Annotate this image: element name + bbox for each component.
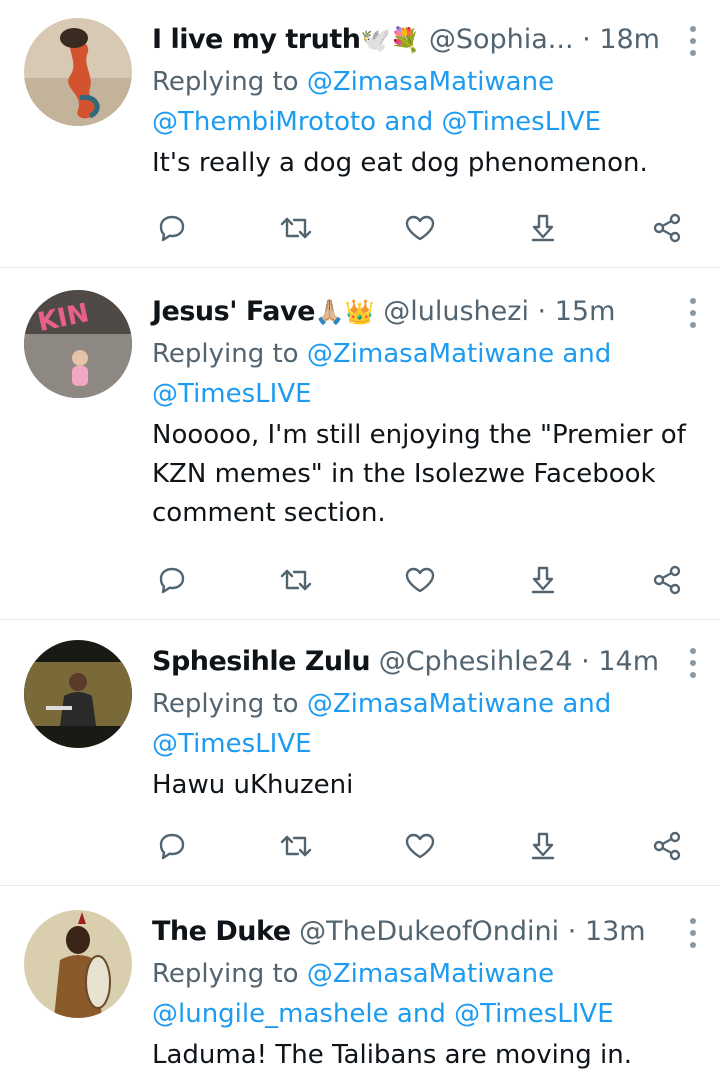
timestamp[interactable]: 14m	[598, 646, 659, 677]
replying-to: Replying to @ZimasaMatiwane @lungile_mas…	[152, 954, 702, 1034]
share-icon[interactable]	[647, 826, 687, 866]
more-icon[interactable]	[688, 918, 698, 948]
mention-link[interactable]: @ZimasaMatiwane	[307, 67, 554, 97]
tweet-header: The Duke @TheDukeofOndini · 13m	[152, 910, 702, 954]
more-icon[interactable]	[688, 648, 698, 678]
mention-link[interactable]: @TimesLIVE	[442, 107, 602, 137]
user-handle[interactable]: @Cphesihle24	[379, 646, 573, 677]
tweet-text: Laduma! The Talibans are moving in.	[152, 1040, 633, 1070]
replying-to-label: Replying to	[152, 689, 299, 719]
tweet[interactable]: KIN Jesus' Fave🙏🏼👑 @lulushezi · 15m Repl…	[0, 268, 720, 620]
display-name[interactable]: The Duke	[152, 916, 291, 947]
name-emoji: 🙏🏼👑	[314, 298, 375, 326]
display-name[interactable]: Sphesihle Zulu	[152, 646, 371, 677]
reply-icon[interactable]	[152, 208, 192, 248]
mention-link[interactable]: @ZimasaMatiwane	[307, 689, 554, 719]
mention-and[interactable]: and	[384, 107, 433, 137]
replying-to-label: Replying to	[152, 339, 299, 369]
mention-and[interactable]: and	[562, 339, 611, 369]
mention-link[interactable]: @ZimasaMatiwane	[307, 339, 554, 369]
avatar[interactable]	[24, 910, 132, 1018]
like-icon[interactable]	[400, 208, 440, 248]
retweet-icon[interactable]	[276, 560, 316, 600]
mention-link[interactable]: @TimesLIVE	[152, 379, 312, 409]
separator-dot: ·	[582, 24, 591, 55]
tweet-header: I live my truth🕊️💐 @Sophia... · 18m	[152, 18, 702, 62]
tweet-actions	[152, 208, 687, 248]
user-handle[interactable]: @TheDukeofOndini	[299, 916, 559, 947]
share-icon[interactable]	[647, 208, 687, 248]
mention-and[interactable]: and	[562, 689, 611, 719]
mention-and[interactable]: and	[397, 999, 446, 1029]
mention-link[interactable]: @TimesLIVE	[454, 999, 614, 1029]
tweet-text: Hawu uKhuzeni	[152, 770, 354, 800]
display-name[interactable]: I live my truth	[152, 24, 361, 55]
timestamp[interactable]: 15m	[555, 296, 616, 327]
share-icon[interactable]	[647, 560, 687, 600]
like-icon[interactable]	[400, 560, 440, 600]
avatar[interactable]	[24, 640, 132, 748]
tweet-actions	[152, 560, 687, 600]
retweet-icon[interactable]	[276, 208, 316, 248]
separator-dot: ·	[537, 296, 547, 327]
mention-link[interactable]: @ThembiMrototo	[152, 107, 376, 137]
tweet-header: Sphesihle Zulu @Cphesihle24 · 14m	[152, 640, 702, 684]
more-icon[interactable]	[688, 298, 698, 328]
replying-to: Replying to @ZimasaMatiwane @ThembiMroto…	[152, 62, 702, 142]
retweet-icon[interactable]	[276, 826, 316, 866]
download-icon[interactable]	[523, 560, 563, 600]
replying-to: Replying to @ZimasaMatiwane and @TimesLI…	[152, 334, 702, 414]
tweet[interactable]: The Duke @TheDukeofOndini · 13m Replying…	[0, 886, 720, 1077]
timestamp[interactable]: 18m	[599, 24, 660, 55]
separator-dot: ·	[567, 916, 577, 947]
tweet-text: Nooooo, I'm still enjoying the "Premier …	[152, 420, 686, 528]
timestamp[interactable]: 13m	[585, 916, 646, 947]
replying-to-label: Replying to	[152, 67, 299, 97]
tweet[interactable]: Sphesihle Zulu @Cphesihle24 · 14m Replyi…	[0, 620, 720, 886]
more-icon[interactable]	[688, 26, 698, 56]
name-emoji: 🕊️💐	[360, 26, 421, 54]
reply-icon[interactable]	[152, 826, 192, 866]
avatar[interactable]	[24, 18, 132, 126]
display-name[interactable]: Jesus' Fave	[152, 296, 315, 327]
mention-link[interactable]: @lungile_mashele	[152, 999, 389, 1029]
mention-link[interactable]: @ZimasaMatiwane	[307, 959, 554, 989]
tweet-actions	[152, 826, 687, 866]
user-handle[interactable]: @lulushezi	[383, 296, 529, 327]
avatar[interactable]: KIN	[24, 290, 132, 398]
separator-dot: ·	[581, 646, 590, 677]
tweet-header: Jesus' Fave🙏🏼👑 @lulushezi · 15m	[152, 290, 702, 334]
reply-icon[interactable]	[152, 560, 192, 600]
tweet[interactable]: I live my truth🕊️💐 @Sophia... · 18m Repl…	[0, 0, 720, 268]
replying-to: Replying to @ZimasaMatiwane and @TimesLI…	[152, 684, 702, 764]
mention-link[interactable]: @TimesLIVE	[152, 729, 312, 759]
replying-to-label: Replying to	[152, 959, 299, 989]
download-icon[interactable]	[523, 826, 563, 866]
download-icon[interactable]	[523, 208, 563, 248]
like-icon[interactable]	[400, 826, 440, 866]
user-handle[interactable]: @Sophia...	[429, 24, 574, 55]
tweet-text: It's really a dog eat dog phenomenon.	[152, 148, 648, 178]
